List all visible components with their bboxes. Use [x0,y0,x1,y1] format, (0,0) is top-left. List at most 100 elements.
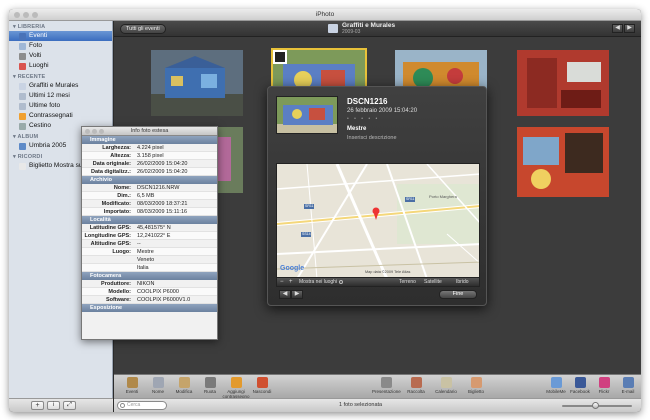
toolbar-nascondi-button[interactable]: Nascondi [248,377,276,394]
minimize-button[interactable] [23,12,29,18]
info-row: Modello: COOLPIX P6000 [82,288,217,296]
flag-icon [19,112,26,120]
photos-icon [19,42,26,50]
toolbar-label: Presentazione [372,389,401,394]
all-events-button[interactable]: Tutti gli eventi [120,24,166,34]
email-icon [622,377,634,388]
info-row-label [82,256,134,263]
toolbar-aggiungi-contrassegno-button[interactable]: Aggiungi contrassegno [222,377,250,399]
map-mode-hybrid[interactable]: Ibrido [456,278,469,286]
info-section-header[interactable]: Esposizione [82,304,217,312]
show-in-places-link[interactable]: Mostra nei luoghi [299,278,337,286]
zoom-slider-knob[interactable] [592,402,599,409]
status-bar: Cerca 1 foto selezionata [114,398,641,412]
info-button[interactable]: i [47,401,60,410]
info-row-value: Italia [137,265,149,271]
info-row-label: Modificato: [101,201,131,207]
popup-thumbnail [276,96,338,134]
info-section-header[interactable]: Fotocamera [82,272,217,280]
events-icon [126,377,138,388]
sidebar-item-ultimi-12-mesi[interactable]: Ultimi 12 mesi [9,91,112,101]
prev-photo-button[interactable]: ◀ [279,290,291,299]
toolbar-calendario-button[interactable]: Calendario [432,377,460,394]
toolbar-ruota-button[interactable]: Ruota [196,377,224,394]
edit-icon [178,377,190,388]
toolbar-eventi-button[interactable]: Eventi [118,377,146,394]
title-bar: iPhoto [9,9,641,21]
done-button[interactable]: Fine [439,290,477,299]
close-button[interactable] [85,129,90,134]
info-row-value: 3.158 pixel [137,153,164,159]
toolbar-nome-button[interactable]: Nome [144,377,172,394]
zoom-slider[interactable] [562,402,632,409]
map-mode-terrain[interactable]: Terreno [399,278,416,286]
sidebar-item-graffiti-e-murales[interactable]: Graffiti e Murales [9,81,112,91]
info-row-label: Dim.: [117,193,131,199]
toolbar-modifica-button[interactable]: Modifica [170,377,198,394]
prev-event-button[interactable]: ◀ [612,24,623,33]
info-row-value: 12,241022° E [137,233,171,239]
photo-location[interactable]: Mestre [347,126,366,132]
info-row-value: -- [137,241,141,247]
close-button[interactable] [14,12,20,18]
next-photo-button[interactable]: ▶ [291,290,303,299]
photo-thumbnail[interactable] [517,127,609,197]
fullscreen-button[interactable]: ⤢ [63,401,76,410]
map-town-label: Porto Marghera [429,194,457,199]
sidebar-item-foto[interactable]: Foto [9,41,112,51]
album-icon [19,142,26,150]
sidebar-section-header[interactable]: ▾ LIBRERIA [9,21,112,31]
zoom-button[interactable] [99,129,104,134]
toolbar-presentazione-button[interactable]: Presentazione [372,377,401,394]
photo-date: 26 febbraio 2009 15:04:20 [347,108,418,114]
location-map[interactable]: SR11 SR11 SS14 Porto Marghera Google Map… [276,163,480,278]
info-row: Produttore: NIKON [82,280,217,288]
description-field[interactable]: Inserisci descrizione [347,135,397,141]
add-button[interactable]: + [31,401,44,410]
next-event-button[interactable]: ▶ [624,24,635,33]
sidebar-item-ultime-foto[interactable]: Ultime foto [9,101,112,111]
info-row-value: DSCN1216.NRW [137,185,180,191]
sidebar-section-header[interactable]: ▾ RECENTE [9,71,112,81]
toolbar-e-mail-button[interactable]: E-mail [614,377,641,394]
info-row-value: 08/03/2009 15:11:16 [137,209,188,215]
info-row-value: 26/02/2009 15:04:20 [137,161,188,167]
info-row: Altezza: 3.158 pixel [82,152,217,160]
sidebar-bottom-bar: + i ⤢ [9,398,113,412]
sidebar-item-label: Cestino [29,122,52,129]
info-section-header[interactable]: Località [82,216,217,224]
info-row-value: 6,5 MB [137,193,155,199]
toolbar-raccolta-button[interactable]: Raccolta [402,377,430,394]
extended-info-panel: Info foto estesa Immagine Larghezza: 4.224… [81,126,218,340]
sidebar-item-label: Ultime foto [29,102,61,109]
event-title: Graffiti e Murales [342,22,396,29]
toolbar-label: E-mail [621,389,635,394]
sidebar-item-eventi[interactable]: Eventi [9,31,112,41]
rotate-icon [204,377,216,388]
photo-thumbnail[interactable] [517,50,609,116]
info-row-label: Nome: [113,185,131,191]
sidebar-item-label: Volti [29,52,42,59]
info-panel-titlebar: Info foto estesa [82,127,217,136]
info-row-value: 08/03/2009 18:37:21 [137,201,188,207]
info-section-header[interactable]: Archivio [82,176,217,184]
toolbar-label: Flickr [598,389,610,394]
minimize-button[interactable] [92,129,97,134]
sidebar-item-contrassegnati[interactable]: Contrassegnati [9,111,112,121]
trash-icon [19,122,26,130]
info-row-label: Data digitalizz.: [90,169,131,175]
slideshow-icon [380,377,392,388]
map-mode-satellite[interactable]: Satellite [424,278,442,286]
sidebar-item-volti[interactable]: Volti [9,51,112,61]
toolbar-label: Calendario [435,389,457,394]
zoom-button[interactable] [32,12,38,18]
info-section-header[interactable]: Immagine [82,136,217,144]
toolbar-biglietto-button[interactable]: Biglietto [462,377,490,394]
flag-icon [230,377,242,388]
map-road-label: SR11 [406,197,415,201]
zoom-in-button[interactable]: + [289,278,293,286]
zoom-out-button[interactable]: − [280,278,284,286]
rating-stars[interactable]: • • • • • [347,116,379,122]
photo-thumbnail[interactable] [151,50,243,116]
sidebar-item-luoghi[interactable]: Luoghi [9,61,112,71]
